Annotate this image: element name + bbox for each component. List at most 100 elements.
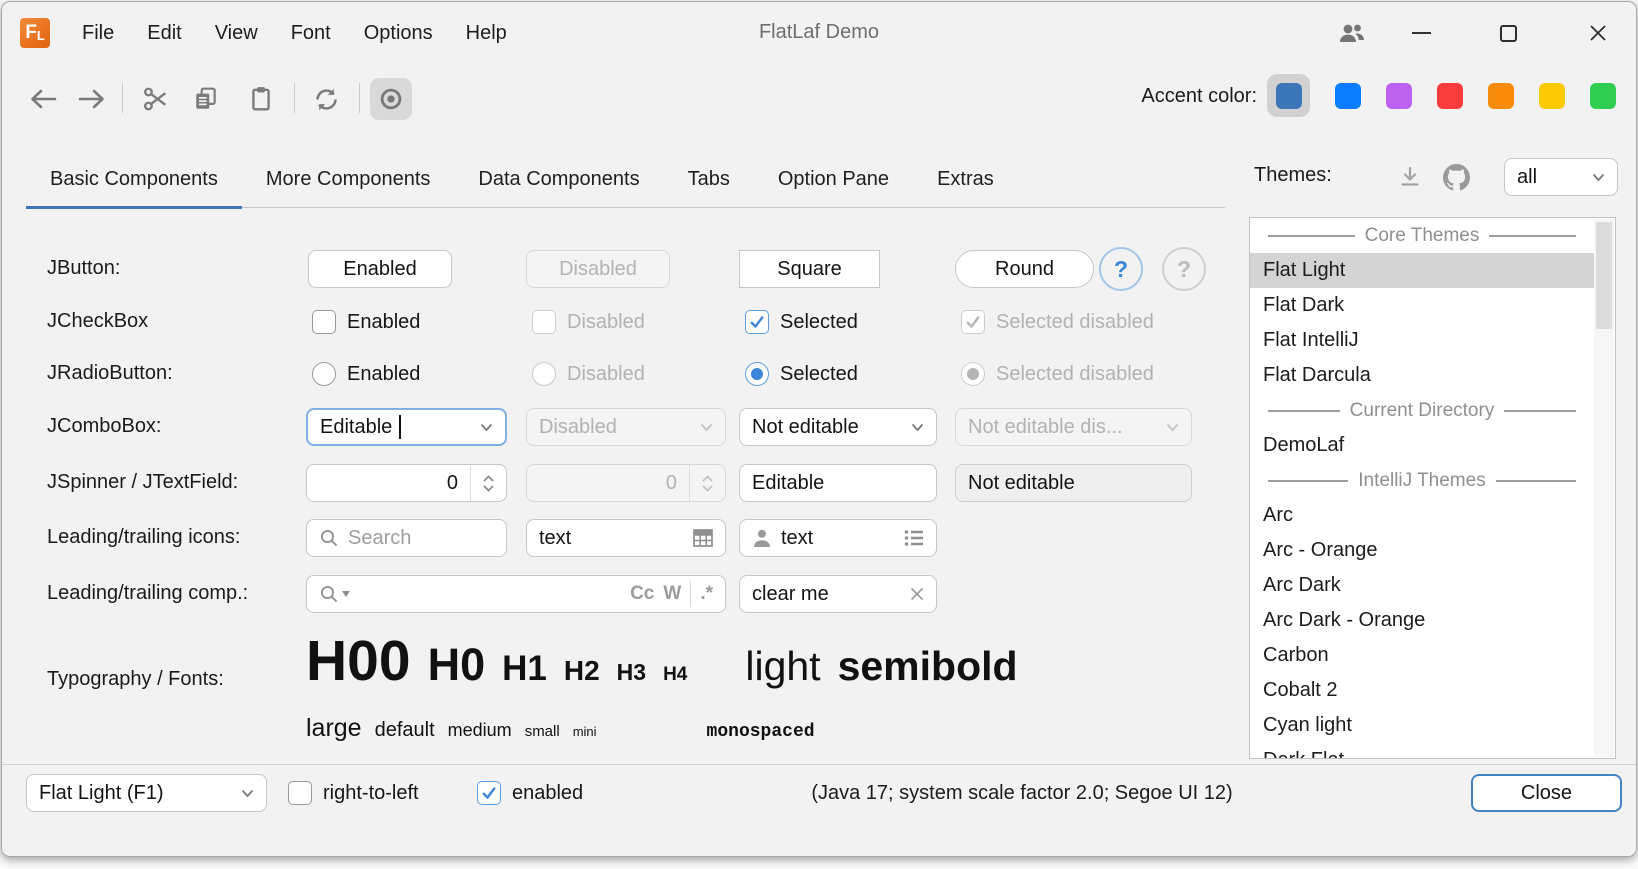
- search-with-options-icon[interactable]: [319, 584, 350, 604]
- copy-button[interactable]: [185, 78, 227, 120]
- menu-options[interactable]: Options: [362, 18, 435, 49]
- menu-file[interactable]: File: [80, 18, 116, 49]
- round-button[interactable]: Round: [955, 250, 1094, 288]
- back-button[interactable]: [22, 78, 64, 120]
- download-themes-button[interactable]: [1392, 159, 1428, 195]
- help-button[interactable]: ?: [1099, 247, 1143, 291]
- spinner-up-icon: [702, 475, 713, 482]
- not-editable-combobox[interactable]: Not editable: [739, 408, 937, 446]
- checkbox-enabled[interactable]: Enabled: [312, 310, 420, 334]
- checkbox-icon: [532, 310, 556, 334]
- themes-scrollbar[interactable]: [1594, 219, 1614, 757]
- app-window: FL FileEditViewFontOptionsHelp FlatLaf D…: [1, 1, 1637, 857]
- app-logo: FL: [20, 18, 50, 48]
- theme-item-flat-intellij[interactable]: Flat IntelliJ: [1250, 323, 1594, 358]
- jspinner-label: JSpinner / JTextField:: [47, 471, 238, 494]
- chevron-down-icon: [700, 423, 713, 432]
- tab-option-pane[interactable]: Option Pane: [754, 152, 913, 207]
- light-sample: light: [745, 643, 820, 690]
- lookandfeel-combobox[interactable]: Flat Light (F1): [26, 774, 267, 812]
- enabled-button[interactable]: Enabled: [308, 250, 452, 288]
- tab-basic-components[interactable]: Basic Components: [26, 152, 242, 207]
- theme-item-arc-dark[interactable]: Arc Dark: [1250, 568, 1594, 603]
- text-caret: [399, 415, 401, 439]
- accent-swatch-6[interactable]: [1539, 83, 1565, 109]
- accent-color-label: Accent color:: [1042, 85, 1257, 108]
- maximize-icon: [1500, 25, 1517, 42]
- accent-swatch-3[interactable]: [1386, 83, 1412, 109]
- theme-item-flat-dark[interactable]: Flat Dark: [1250, 288, 1594, 323]
- accent-swatch-7[interactable]: [1590, 83, 1616, 109]
- search-field[interactable]: Search: [306, 519, 507, 557]
- accent-swatch-selected-wrap[interactable]: [1267, 74, 1310, 117]
- menu-help[interactable]: Help: [464, 18, 509, 49]
- checkbox-disabled: Disabled: [532, 310, 645, 334]
- cut-button[interactable]: [135, 78, 177, 120]
- right-to-left-checkbox[interactable]: right-to-left: [288, 781, 419, 805]
- square-button[interactable]: Square: [739, 250, 880, 288]
- theme-item-demolaf[interactable]: DemoLaf: [1250, 428, 1594, 463]
- disabled-button: Disabled: [526, 250, 670, 288]
- theme-item-carbon[interactable]: Carbon: [1250, 638, 1594, 673]
- tab-data-components[interactable]: Data Components: [454, 152, 663, 207]
- refresh-icon: [313, 86, 340, 113]
- editable-combobox[interactable]: Editable: [306, 408, 507, 446]
- medium-sample: medium: [448, 720, 512, 741]
- radio-enabled[interactable]: Enabled: [312, 362, 420, 386]
- show-hidden-toggle[interactable]: [370, 78, 412, 120]
- typography-sizes: large default medium small mini monospac…: [306, 714, 815, 743]
- enabled-checkbox[interactable]: enabled: [477, 781, 583, 805]
- theme-item-arc[interactable]: Arc: [1250, 498, 1594, 533]
- users-icon[interactable]: [1335, 16, 1369, 50]
- checkbox-selected[interactable]: Selected: [745, 310, 858, 334]
- h3-sample: H3: [617, 659, 646, 686]
- menu-edit[interactable]: Edit: [145, 18, 183, 49]
- spinner-arrows[interactable]: [470, 465, 506, 501]
- accent-swatch-1[interactable]: [1276, 83, 1302, 109]
- github-button[interactable]: [1438, 159, 1474, 195]
- checkbox-icon: [288, 781, 312, 805]
- close-window-button[interactable]: [1581, 16, 1615, 50]
- theme-item-flat-darcula[interactable]: Flat Darcula: [1250, 358, 1594, 393]
- accent-swatch-5[interactable]: [1488, 83, 1514, 109]
- maximize-button[interactable]: [1491, 16, 1525, 50]
- search-compound-field[interactable]: Cc W .*: [306, 575, 726, 613]
- leading-trailing-comp-label: Leading/trailing comp.:: [47, 582, 248, 605]
- tab-extras[interactable]: Extras: [913, 152, 1018, 207]
- typography-headings: H00 H0 H1 H2 H3 H4 light semibold: [306, 628, 1018, 694]
- theme-item-arc---orange[interactable]: Arc - Orange: [1250, 533, 1594, 568]
- themes-scrollbar-thumb[interactable]: [1596, 222, 1612, 329]
- clear-me-field[interactable]: clear me: [739, 575, 937, 613]
- theme-item-dark-flat[interactable]: Dark Flat: [1250, 743, 1594, 759]
- theme-group-separator: IntelliJ Themes: [1258, 463, 1586, 498]
- theme-item-flat-light[interactable]: Flat Light: [1250, 253, 1594, 288]
- minimize-button[interactable]: [1404, 16, 1438, 50]
- close-button[interactable]: Close: [1471, 774, 1622, 812]
- jcheckbox-label: JCheckBox: [47, 310, 148, 333]
- editable-textfield[interactable]: Editable: [739, 464, 937, 502]
- paste-button[interactable]: [240, 78, 282, 120]
- text-field-user[interactable]: text: [739, 519, 937, 557]
- tab-tabs[interactable]: Tabs: [664, 152, 754, 207]
- toolbar-separator: [359, 83, 360, 113]
- accent-swatch-2[interactable]: [1335, 83, 1361, 109]
- accent-swatch-4[interactable]: [1437, 83, 1463, 109]
- tab-more-components[interactable]: More Components: [242, 152, 455, 207]
- copy-icon: [193, 86, 219, 112]
- forward-button[interactable]: [71, 78, 113, 120]
- refresh-button[interactable]: [305, 78, 347, 120]
- theme-item-cyan-light[interactable]: Cyan light: [1250, 708, 1594, 743]
- theme-filter-combobox[interactable]: all: [1504, 158, 1618, 196]
- match-case-button[interactable]: Cc: [630, 583, 654, 605]
- text-field-table[interactable]: text: [526, 519, 726, 557]
- whole-word-button[interactable]: W: [663, 583, 681, 605]
- menu-view[interactable]: View: [213, 18, 260, 49]
- theme-item-arc-dark---orange[interactable]: Arc Dark - Orange: [1250, 603, 1594, 638]
- radio-selected[interactable]: Selected: [745, 362, 858, 386]
- menu-font[interactable]: Font: [289, 18, 333, 49]
- theme-item-cobalt-2[interactable]: Cobalt 2: [1250, 673, 1594, 708]
- spinner[interactable]: 0: [306, 464, 507, 502]
- clear-icon[interactable]: [910, 587, 924, 601]
- spinner-down-icon: [483, 485, 494, 492]
- regex-button[interactable]: .*: [700, 583, 713, 605]
